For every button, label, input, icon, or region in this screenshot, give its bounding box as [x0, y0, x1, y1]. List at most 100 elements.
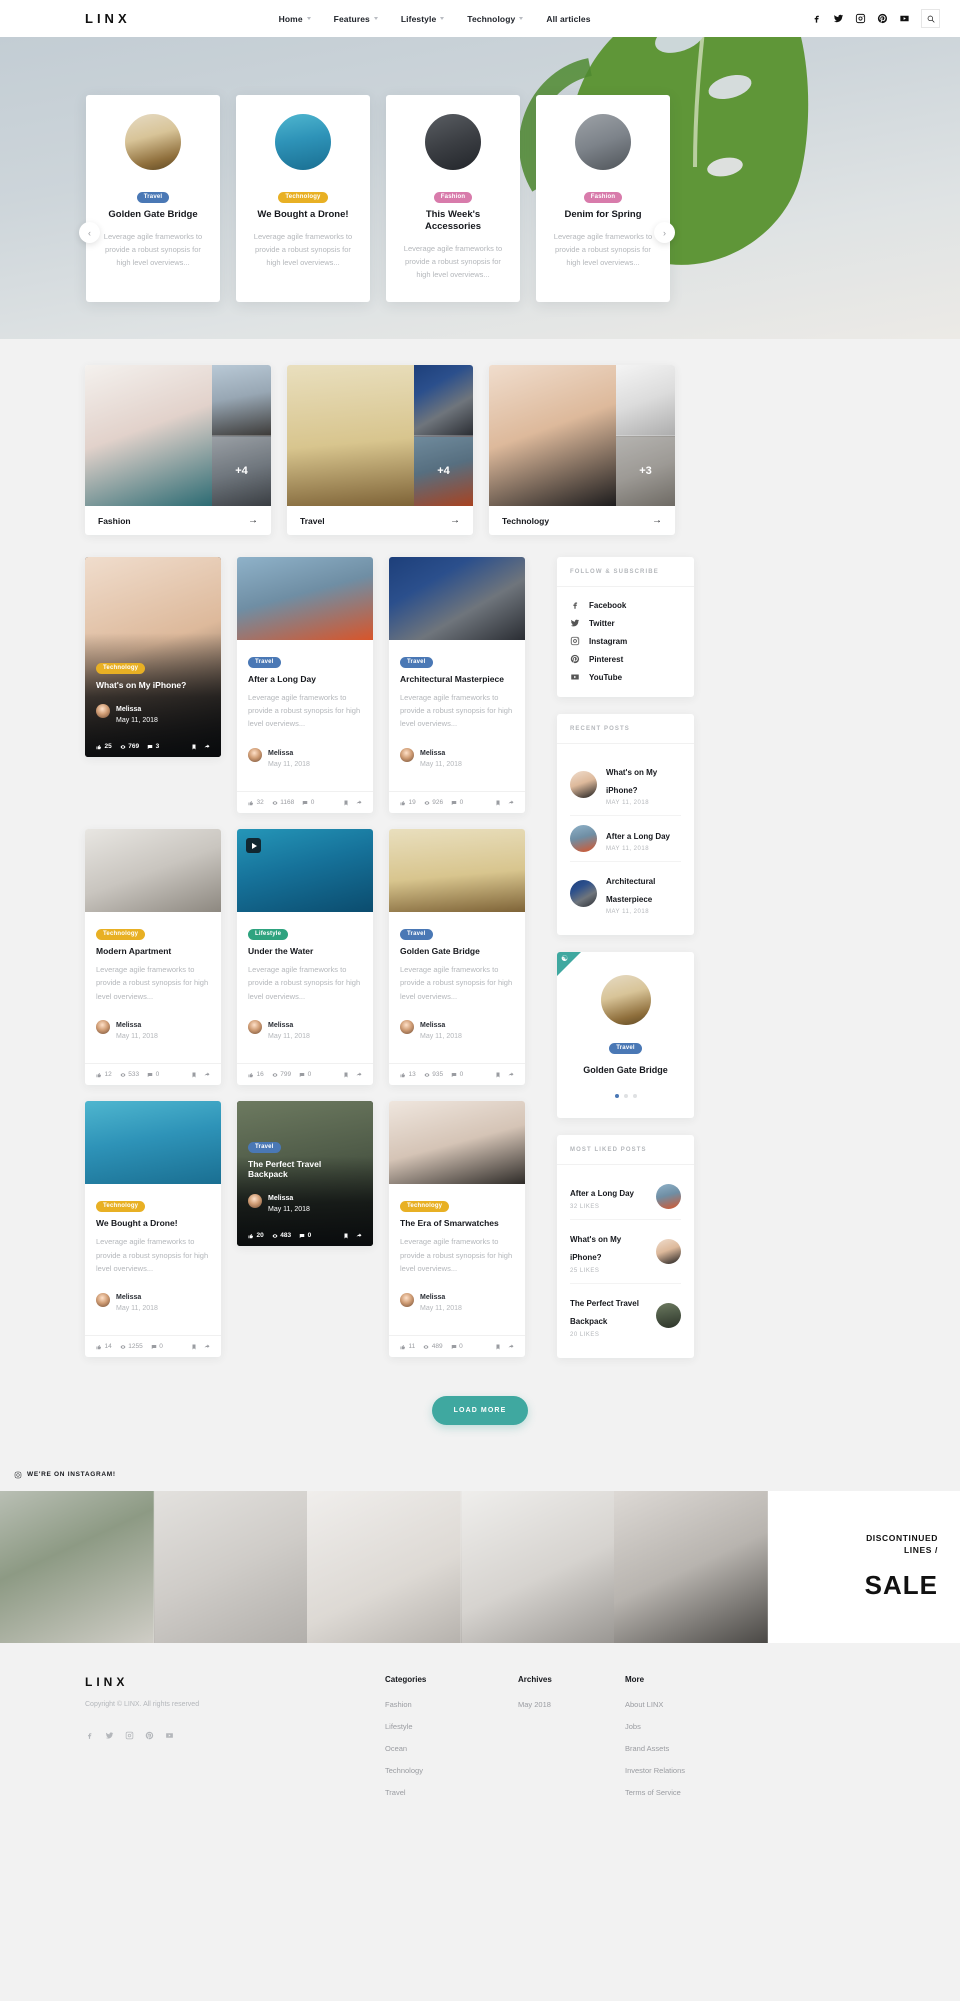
post-card[interactable]: Travel Golden Gate Bridge Leverage agile f…: [389, 829, 525, 1086]
instagram-photo[interactable]: [614, 1490, 768, 1643]
post-card[interactable]: Technology What's on My iPhone? Melissa May…: [85, 557, 221, 757]
carousel-next-button[interactable]: ›: [654, 222, 675, 243]
footer-link[interactable]: May 2018: [518, 1700, 625, 1709]
instagram-photo[interactable]: [460, 1490, 615, 1643]
nav-item-all-articles[interactable]: All articles: [546, 14, 590, 24]
post-card[interactable]: Lifestyle Under the Water Leverage agile f…: [237, 829, 373, 1086]
instagram-photo[interactable]: [307, 1490, 461, 1643]
share-icon[interactable]: [356, 800, 362, 806]
pinterest-icon[interactable]: [145, 1727, 154, 1739]
share-icon[interactable]: [204, 1344, 210, 1350]
footer-link[interactable]: Lifestyle: [385, 1722, 518, 1731]
youtube-icon[interactable]: [899, 13, 910, 24]
follow-item-twitter[interactable]: Twitter: [570, 614, 681, 632]
carousel-dot[interactable]: [623, 1093, 628, 1098]
arrow-right-icon[interactable]: →: [652, 515, 662, 526]
nav-item-features[interactable]: Features: [334, 14, 378, 24]
share-icon[interactable]: [204, 1072, 210, 1078]
nav-item-home[interactable]: Home: [279, 14, 311, 24]
site-logo[interactable]: LINX: [85, 11, 131, 26]
category-card[interactable]: +4 Fashion →: [85, 365, 271, 535]
hero-card[interactable]: Fashion Denim for Spring Leverage agile fr…: [536, 95, 670, 302]
post-card[interactable]: Technology We Bought a Drone! Leverage agi…: [85, 1101, 221, 1358]
carousel-dot[interactable]: [614, 1093, 619, 1098]
post-card[interactable]: Technology Modern Apartment Leverage agile…: [85, 829, 221, 1086]
facebook-icon[interactable]: [811, 13, 822, 24]
instagram-photo[interactable]: [0, 1490, 154, 1643]
facebook-icon[interactable]: [85, 1727, 94, 1739]
bookmark-icon[interactable]: [191, 1072, 197, 1078]
share-icon[interactable]: [508, 800, 514, 806]
share-icon[interactable]: [508, 1072, 514, 1078]
hero-card[interactable]: Technology We Bought a Drone! Leverage agi…: [236, 95, 370, 302]
pinterest-icon[interactable]: [877, 13, 888, 24]
bookmark-icon[interactable]: [495, 800, 501, 806]
most-liked-item[interactable]: What's on My iPhone? 25 LIKES: [570, 1220, 681, 1284]
follow-item-pinterest[interactable]: Pinterest: [570, 650, 681, 668]
load-more-button[interactable]: LOAD MORE: [431, 1395, 529, 1425]
footer-link[interactable]: Brand Assets: [625, 1744, 758, 1753]
bookmark-icon[interactable]: [495, 1072, 501, 1078]
footer-link[interactable]: About LINX: [625, 1700, 758, 1709]
category-card[interactable]: +3 Technology →: [489, 365, 675, 535]
instagram-sale-card[interactable]: DISCONTINUED LINES / SALE: [767, 1490, 960, 1643]
post-excerpt: Leverage agile frameworks to provide a r…: [400, 1237, 513, 1273]
arrow-right-icon[interactable]: →: [450, 515, 460, 526]
footer-link[interactable]: Technology: [385, 1766, 518, 1775]
nav-item-lifestyle[interactable]: Lifestyle: [401, 14, 445, 24]
post-date: May 11, 2018: [268, 1032, 310, 1040]
search-button[interactable]: [921, 9, 940, 28]
bookmark-icon[interactable]: [343, 1233, 349, 1239]
footer-link[interactable]: Travel: [385, 1788, 518, 1797]
most-liked-item[interactable]: The Perfect Travel Backpack 20 LIKES: [570, 1284, 681, 1347]
footer-link[interactable]: Jobs: [625, 1722, 758, 1731]
view-count: 926: [424, 799, 443, 806]
bookmark-icon[interactable]: [191, 1344, 197, 1350]
footer-logo[interactable]: LINX: [85, 1675, 385, 1689]
share-icon[interactable]: [204, 744, 210, 750]
bookmark-icon[interactable]: [343, 800, 349, 806]
featured-post-title[interactable]: Golden Gate Bridge: [570, 1065, 681, 1075]
footer-link[interactable]: Terms of Service: [625, 1788, 758, 1797]
recent-post-item[interactable]: What's on My iPhone? MAY 11, 2018: [570, 753, 681, 816]
bookmark-icon[interactable]: [191, 744, 197, 750]
follow-item-label: Instagram: [589, 636, 628, 646]
youtube-icon[interactable]: [165, 1727, 174, 1738]
hero-card[interactable]: Travel Golden Gate Bridge Leverage agile f…: [86, 95, 220, 302]
recent-post-item[interactable]: After a Long Day MAY 11, 2018: [570, 816, 681, 862]
post-image: [237, 557, 373, 640]
hero-card[interactable]: Fashion This Week's Accessories Leverage a…: [386, 95, 520, 302]
twitter-icon[interactable]: [105, 1727, 114, 1739]
twitter-icon[interactable]: [833, 13, 844, 24]
post-date: May 11, 2018: [420, 760, 462, 768]
arrow-right-icon[interactable]: →: [248, 515, 258, 526]
bookmark-icon[interactable]: [495, 1344, 501, 1350]
instagram-photo[interactable]: [153, 1490, 308, 1643]
instagram-icon[interactable]: [125, 1727, 134, 1739]
post-card[interactable]: Technology The Era of Smarwatches Leverage…: [389, 1101, 525, 1358]
nav-item-technology[interactable]: Technology: [467, 14, 524, 24]
widget-featured-post[interactable]: ☯ Travel Golden Gate Bridge: [557, 952, 694, 1118]
follow-item-facebook[interactable]: Facebook: [570, 596, 681, 614]
play-icon[interactable]: [246, 838, 261, 854]
most-liked-item[interactable]: After a Long Day 32 LIKES: [570, 1174, 681, 1220]
footer-link[interactable]: Fashion: [385, 1700, 518, 1709]
featured-carousel-dots[interactable]: [570, 1093, 681, 1098]
recent-post-item[interactable]: Architectural Masterpiece MAY 11, 2018: [570, 862, 681, 924]
instagram-icon[interactable]: [855, 13, 866, 24]
carousel-dot[interactable]: [632, 1093, 637, 1098]
category-card[interactable]: +4 Travel →: [287, 365, 473, 535]
share-icon[interactable]: [508, 1344, 514, 1350]
post-card[interactable]: Travel The Perfect Travel Backpack Melissa…: [237, 1101, 373, 1247]
share-icon[interactable]: [356, 1072, 362, 1078]
comment-value: 0: [155, 1071, 160, 1079]
footer-link[interactable]: Ocean: [385, 1744, 518, 1753]
share-icon[interactable]: [356, 1233, 362, 1239]
footer-link[interactable]: Investor Relations: [625, 1766, 758, 1775]
post-card[interactable]: Travel After a Long Day Leverage agile fra…: [237, 557, 373, 814]
follow-item-youtube[interactable]: YouTube: [570, 668, 681, 686]
carousel-prev-button[interactable]: ‹: [79, 222, 100, 243]
bookmark-icon[interactable]: [343, 1072, 349, 1078]
follow-item-instagram[interactable]: Instagram: [570, 632, 681, 650]
post-card[interactable]: Travel Architectural Masterpiece Leverage …: [389, 557, 525, 814]
